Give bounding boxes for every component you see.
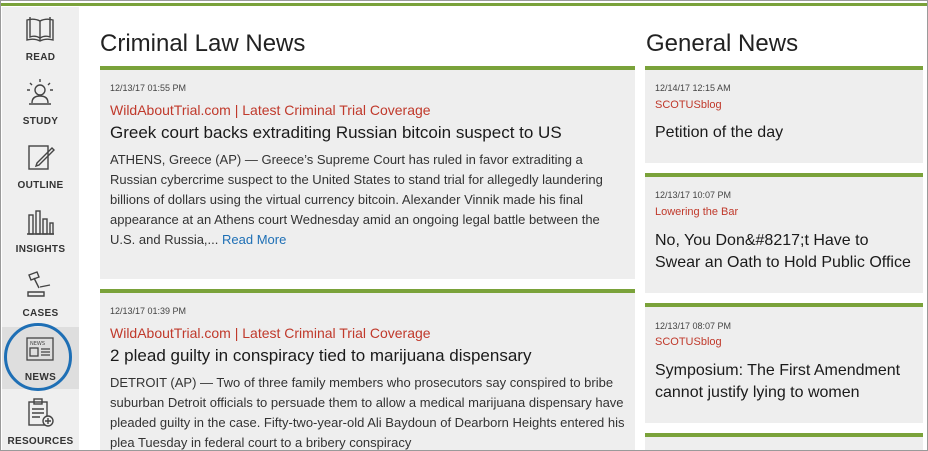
article-timestamp: 12/13/17 10:07 PM [655, 190, 732, 200]
top-accent-bar [1, 3, 927, 6]
criminal-article-card[interactable]: 12/13/17 01:55 PM WildAboutTrial.com | L… [100, 66, 635, 279]
sidebar-item-outline[interactable]: OUTLINE [2, 135, 79, 197]
bar-chart-icon [27, 210, 54, 235]
article-timestamp: 12/14/17 12:15 AM [655, 83, 731, 93]
study-lamp-icon [27, 79, 53, 105]
sidebar-item-label: STUDY [22, 116, 59, 127]
sidebar: READ STUDY OUTLINE INSIGHTS CASES NEWS N… [2, 7, 79, 450]
article-source-link[interactable]: SCOTUSblog [655, 99, 722, 111]
article-summary: ATHENS, Greece (AP) — Greece’s Supreme C… [110, 150, 625, 250]
read-more-link[interactable]: Read More [222, 232, 286, 247]
sidebar-item-news[interactable]: NEWS NEWS [2, 327, 79, 389]
article-timestamp: 12/13/17 08:07 PM [655, 321, 732, 331]
app-frame: READ STUDY OUTLINE INSIGHTS CASES NEWS N… [0, 0, 928, 451]
general-article-card[interactable] [645, 433, 923, 450]
article-source-link[interactable]: WildAboutTrial.com | Latest Criminal Tri… [110, 102, 431, 118]
article-headline-link[interactable]: Petition of the day [655, 122, 917, 144]
svg-text:NEWS: NEWS [30, 341, 45, 347]
sidebar-item-resources[interactable]: RESOURCES [2, 391, 79, 450]
general-article-card[interactable]: 12/13/17 08:07 PM SCOTUSblog Symposium: … [645, 303, 923, 423]
article-summary-text: ATHENS, Greece (AP) — Greece’s Supreme C… [110, 152, 603, 247]
sidebar-item-study[interactable]: STUDY [2, 71, 79, 133]
sidebar-item-label: INSIGHTS [15, 244, 66, 255]
general-article-card[interactable]: 12/13/17 10:07 PM Lowering the Bar No, Y… [645, 173, 923, 293]
sidebar-item-cases[interactable]: CASES [2, 263, 79, 325]
general-news-title: General News [646, 30, 799, 57]
sidebar-item-read[interactable]: READ [2, 7, 79, 69]
clipboard-plus-icon [28, 398, 54, 427]
article-headline-link[interactable]: Greek court backs extraditing Russian bi… [110, 122, 625, 144]
gavel-icon [27, 271, 51, 297]
criminal-news-title: Criminal Law News [100, 30, 306, 57]
sidebar-item-insights[interactable]: INSIGHTS [2, 199, 79, 261]
article-source-link[interactable]: Lowering the Bar [655, 206, 738, 218]
article-headline-link[interactable]: Symposium: The First Amendment cannot ju… [655, 360, 917, 404]
article-source-link[interactable]: SCOTUSblog [655, 336, 722, 348]
newspaper-icon: NEWS [26, 337, 54, 361]
sidebar-item-label: RESOURCES [7, 436, 74, 447]
outline-pencil-icon [28, 145, 55, 170]
article-headline-link[interactable]: No, You Don&#8217;t Have to Swear an Oat… [655, 230, 917, 274]
sidebar-item-label: CASES [22, 308, 59, 319]
article-timestamp: 12/13/17 01:39 PM [110, 306, 187, 316]
sidebar-item-label: OUTLINE [17, 180, 64, 191]
criminal-article-card[interactable]: 12/13/17 01:39 PM WildAboutTrial.com | L… [100, 289, 635, 450]
sidebar-item-label: NEWS [24, 372, 57, 383]
article-summary: DETROIT (AP) — Two of three family membe… [110, 375, 625, 450]
article-headline-link[interactable]: 2 plead guilty in conspiracy tied to mar… [110, 345, 625, 367]
general-article-card[interactable]: 12/14/17 12:15 AM SCOTUSblog Petition of… [645, 66, 923, 163]
sidebar-item-label: READ [25, 52, 56, 63]
article-source-link[interactable]: WildAboutTrial.com | Latest Criminal Tri… [110, 325, 431, 341]
article-timestamp: 12/13/17 01:55 PM [110, 83, 187, 93]
book-icon [26, 17, 54, 42]
